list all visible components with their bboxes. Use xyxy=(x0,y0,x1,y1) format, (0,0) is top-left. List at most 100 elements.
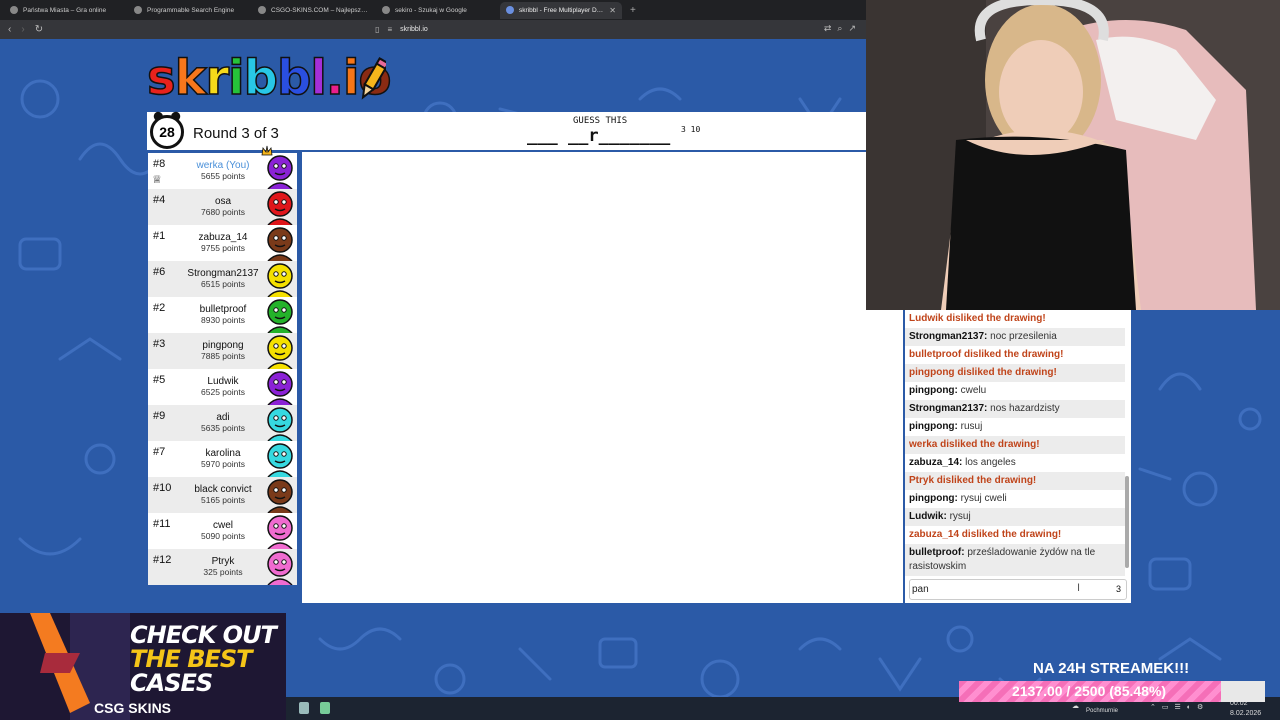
browser-tab-active[interactable]: skribbl - Free Multiplayer Drawi ✕ xyxy=(500,1,622,19)
player-avatar-icon xyxy=(267,551,293,585)
player-name: adi xyxy=(216,412,230,423)
player-rank: #2 xyxy=(153,302,166,314)
chat-message: bulletproof disliked the drawing! xyxy=(909,349,1064,360)
player-rank: #12 xyxy=(153,554,172,566)
winner-crown-icon xyxy=(261,145,273,156)
chat-scrollbar[interactable] xyxy=(1125,476,1129,568)
player-row[interactable]: #5 Ludwik 6525 points xyxy=(148,369,297,405)
new-tab-icon[interactable]: + xyxy=(624,5,642,16)
chat-message: pingpong: rusuj xyxy=(905,418,1125,436)
logo-letter: i xyxy=(342,49,360,107)
bookmark-icon[interactable]: ▯ xyxy=(375,25,379,34)
player-rank: #10 xyxy=(153,482,172,494)
weather-label: Pochmurnie xyxy=(1086,708,1119,714)
player-row[interactable]: #1 zabuza_14 9755 points xyxy=(148,225,297,261)
weather-icon[interactable]: ☁ xyxy=(1072,702,1079,710)
player-row[interactable]: #3 pingpong 7885 points xyxy=(148,333,297,369)
word-lengths: 3 10 xyxy=(681,125,701,134)
word-hint: ___ __r_______ xyxy=(527,126,671,146)
player-points: 5165 points xyxy=(201,495,245,505)
player-points: 5635 points xyxy=(201,423,245,433)
chat-username: Ludwik: xyxy=(909,511,947,522)
close-tab-icon[interactable]: ✕ xyxy=(609,6,616,15)
chat-message: werka disliked the drawing! xyxy=(905,436,1125,454)
player-points: 325 points xyxy=(203,567,243,577)
logo-letter: i xyxy=(227,49,245,107)
settings-app-icon[interactable] xyxy=(299,702,309,714)
player-name: osa xyxy=(214,196,232,207)
player-row[interactable]: #6 Strongman2137 6515 points xyxy=(148,261,297,297)
player-points: 6515 points xyxy=(201,279,245,289)
player-row[interactable]: #7 karolina 5970 points xyxy=(148,441,297,477)
player-rank: #4 xyxy=(153,194,166,206)
browser-tab[interactable]: CSGO-SKINS.COM – Najlepsze Skrzy xyxy=(252,2,374,19)
player-avatar-icon xyxy=(267,371,293,405)
site-info-icon[interactable]: ≡ xyxy=(387,25,392,34)
player-points: 9755 points xyxy=(201,243,245,253)
chat-text: rysuj xyxy=(949,511,971,522)
chat-text: rysuj cweli xyxy=(960,493,1007,504)
chat-message: pingpong disliked the drawing! xyxy=(905,364,1125,382)
player-rank: #8 xyxy=(153,158,166,170)
forward-icon[interactable]: › xyxy=(21,24,24,35)
ad-brand: CSG SKINS xyxy=(94,700,172,716)
chat-messages: Ludwik disliked the drawing! Strongman213… xyxy=(905,310,1125,578)
player-rank: #5 xyxy=(153,374,166,386)
player-name: black convict xyxy=(194,484,252,495)
sponsor-ad[interactable]: CHECK OUT THE BEST CASES CSG SKINS xyxy=(0,613,286,720)
browser-tab[interactable]: sekiro - Szukaj w Google xyxy=(376,2,498,19)
system-tray-icons[interactable]: ⌃▭☰◐⚙ xyxy=(1150,703,1209,711)
player-points: 7885 points xyxy=(201,351,245,361)
player-avatar-icon xyxy=(267,263,293,297)
player-rank: #11 xyxy=(153,518,171,530)
logo-letter: l xyxy=(310,49,328,107)
reload-icon[interactable]: ↻ xyxy=(35,24,43,35)
chat-username: pingpong: xyxy=(909,421,958,432)
chat-username: Strongman2137: xyxy=(909,403,988,414)
player-points: 7680 points xyxy=(201,207,245,217)
browser-tab[interactable]: Państwa Miasta – Gra online xyxy=(4,2,126,19)
player-avatar-icon xyxy=(267,479,293,513)
player-row[interactable]: #11 cwel 5090 points xyxy=(148,513,297,549)
chat-input[interactable]: pan xyxy=(909,579,1127,600)
back-icon[interactable]: ‹ xyxy=(8,24,11,35)
tab-favicon-icon xyxy=(10,6,18,14)
drawing-canvas[interactable] xyxy=(302,152,903,603)
player-row[interactable]: #9 adi 5635 points xyxy=(148,405,297,441)
player-row[interactable]: #10 black convict 5165 points xyxy=(148,477,297,513)
chat-username: pingpong: xyxy=(909,385,958,396)
player-name: pingpong xyxy=(202,340,244,351)
chat-message: Strongman2137: noc przesilenia xyxy=(905,328,1125,346)
player-row[interactable]: #2 bulletproof 8930 points xyxy=(148,297,297,333)
player-row[interactable]: #8 ♕ werka (You) 5655 points xyxy=(148,145,297,189)
text-cursor-icon: I xyxy=(1077,582,1081,594)
player-name: Ptryk xyxy=(211,556,235,567)
chat-message: bulletproof: prześladowanie żydów na tle… xyxy=(905,544,1125,576)
guess-title: GUESS THIS xyxy=(573,116,628,126)
browser-tab-bar: Państwa Miasta – Gra online Programmable… xyxy=(0,0,866,20)
round-indicator: Round 3 of 3 xyxy=(193,125,279,142)
player-avatar-icon xyxy=(267,227,293,261)
player-points: 6525 points xyxy=(201,387,245,397)
chat-username: pingpong: xyxy=(909,493,958,504)
chat-message: Ludwik disliked the drawing! xyxy=(909,313,1046,324)
player-avatar-icon xyxy=(267,515,293,549)
player-avatar-icon xyxy=(267,335,293,369)
goal-progress-text: 2137.00 / 2500 (85.48%) xyxy=(1011,683,1167,699)
player-rank: #6 xyxy=(153,266,166,278)
player-name: bulletproof xyxy=(199,304,247,315)
app-icon[interactable] xyxy=(320,702,330,714)
logo-letter: b xyxy=(243,49,279,107)
ad-line: CASES xyxy=(130,669,213,697)
translate-zoom-icons[interactable]: ⇄⌕↗ xyxy=(824,23,862,34)
browser-tab[interactable]: Programmable Search Engine xyxy=(128,2,250,19)
chat-username: zabuza_14: xyxy=(909,457,963,468)
player-row[interactable]: #12 Ptryk 325 points xyxy=(148,549,297,585)
player-row[interactable]: #4 osa 7680 points xyxy=(148,189,297,225)
address-bar: ‹ › ↻ ▯ ≡ skribbl.io ⇄⌕↗ xyxy=(0,20,866,39)
chat-message: zabuza_14: los angeles xyxy=(905,454,1125,472)
chat-input-value: pan xyxy=(912,584,929,595)
player-points: 8930 points xyxy=(201,315,245,325)
url-field[interactable]: ▯ ≡ skribbl.io xyxy=(375,25,428,34)
crown-icon: ♕ xyxy=(152,174,162,186)
